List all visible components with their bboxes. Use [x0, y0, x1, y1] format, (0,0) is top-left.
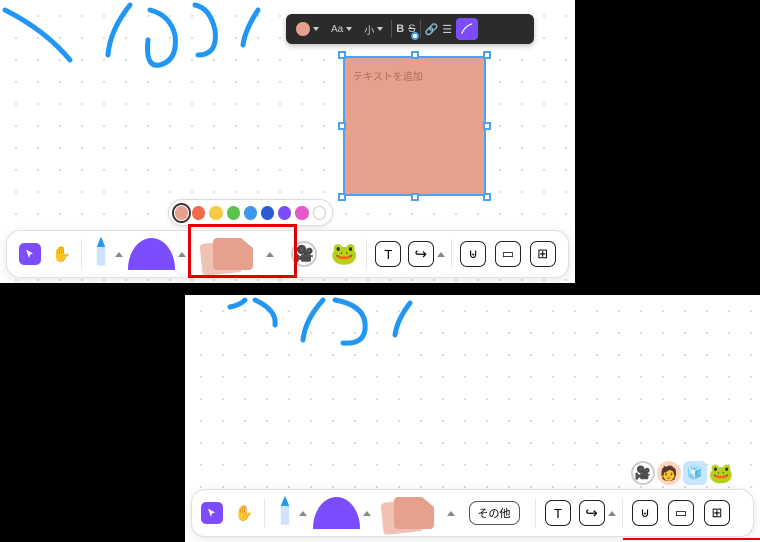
main-toolbar-2: ✋ その他 T ↪ ⊎ ▭ ⊞: [191, 489, 754, 537]
selected-sticky-note[interactable]: テキストを追加: [343, 56, 486, 196]
table-tool[interactable]: ⊞: [527, 234, 558, 274]
sticky-note-icon: [195, 236, 263, 272]
resize-handle-mb[interactable]: [411, 193, 419, 201]
resize-handle-bl[interactable]: [338, 193, 346, 201]
color-palette-popup: [168, 199, 333, 226]
font-size-button[interactable]: 小: [360, 18, 387, 40]
resize-handle-tl[interactable]: [338, 51, 346, 59]
resize-handle-ml[interactable]: [338, 122, 346, 130]
pen-tool[interactable]: [88, 234, 125, 274]
shape-tool[interactable]: [313, 493, 371, 533]
sticky-note-shape[interactable]: テキストを追加: [343, 56, 486, 196]
color-swatch-blue[interactable]: [244, 206, 257, 220]
color-picker-button[interactable]: [292, 18, 323, 40]
washi-avatar[interactable]: 🧊: [683, 461, 707, 485]
color-swatch-purple[interactable]: [278, 206, 291, 220]
resize-handle-mt[interactable]: [411, 51, 419, 59]
bold-button[interactable]: B: [396, 23, 404, 35]
main-toolbar: ✋ 🎥 🐸 T ↪ ⊎ ▭ ⊞: [6, 230, 569, 278]
person-avatar[interactable]: 🧑: [657, 461, 681, 485]
list-button[interactable]: ☰: [442, 23, 452, 36]
connector-tool[interactable]: ↪: [408, 234, 445, 274]
pointer-tool[interactable]: [17, 234, 44, 274]
text-tool[interactable]: T: [542, 493, 574, 533]
text-tool[interactable]: T: [373, 234, 404, 274]
sticky-note-tool[interactable]: [375, 493, 455, 533]
camera-avatar[interactable]: 🎥: [631, 461, 655, 485]
color-swatch-orange[interactable]: [192, 206, 205, 220]
sticky-expand-icon[interactable]: [266, 252, 274, 257]
shape-tool[interactable]: [128, 234, 186, 274]
annotation-underline: [623, 538, 760, 540]
section-tool[interactable]: ▭: [665, 493, 697, 533]
table-tool[interactable]: ⊞: [701, 493, 733, 533]
color-swatch-yellow[interactable]: [209, 206, 222, 220]
resize-handle-mr[interactable]: [483, 122, 491, 130]
other-tool[interactable]: その他: [459, 493, 529, 533]
section-tool[interactable]: ▭: [492, 234, 523, 274]
font-family-button[interactable]: Aa: [327, 18, 356, 40]
sticky-note-tool[interactable]: [190, 234, 278, 274]
pointer-tool[interactable]: [198, 493, 226, 533]
draw-tool-button[interactable]: [456, 18, 478, 40]
stamp-button[interactable]: ⊎: [458, 234, 489, 274]
stamp-button[interactable]: ⊎: [629, 493, 661, 533]
hand-tool[interactable]: ✋: [48, 234, 75, 274]
ink-strokes-2: [185, 295, 760, 415]
sticker-tool[interactable]: 🐸: [329, 234, 360, 274]
link-button[interactable]: 🔗: [425, 23, 439, 36]
sticky-placeholder: テキストを追加: [353, 68, 423, 83]
current-color-swatch: [296, 22, 310, 36]
avatar-cluster: 🎥 🧑 🧊 🐸: [631, 461, 733, 485]
screenshot-top: Aa 小 B S 🔗 ☰ テキストを追加: [0, 0, 575, 283]
rotate-handle[interactable]: [411, 32, 419, 40]
text-format-toolbar: Aa 小 B S 🔗 ☰: [286, 14, 534, 44]
stamp-tool[interactable]: 🎥: [283, 234, 325, 274]
connector-tool[interactable]: ↪: [578, 493, 616, 533]
frog-avatar[interactable]: 🐸: [709, 461, 733, 485]
hand-tool[interactable]: ✋: [230, 493, 258, 533]
color-swatch-pink[interactable]: [295, 206, 308, 220]
resize-handle-tr[interactable]: [483, 51, 491, 59]
color-swatch-navy[interactable]: [261, 206, 274, 220]
pen-expand-icon[interactable]: [115, 252, 123, 257]
color-swatch-green[interactable]: [227, 206, 240, 220]
screenshot-bottom: 🎥 🧑 🧊 🐸 ✋ その他 T ↪ ⊎ ▭ ⊞: [185, 295, 760, 542]
color-swatch-salmon[interactable]: [175, 206, 188, 220]
shape-blob-icon: [128, 238, 175, 270]
color-swatch-white[interactable]: [313, 206, 326, 220]
shape-expand-icon[interactable]: [178, 252, 186, 257]
pen-tool[interactable]: [271, 493, 309, 533]
resize-handle-br[interactable]: [483, 193, 491, 201]
